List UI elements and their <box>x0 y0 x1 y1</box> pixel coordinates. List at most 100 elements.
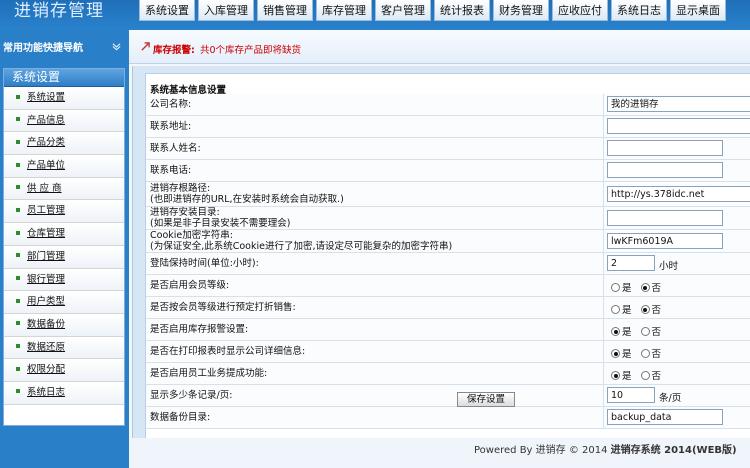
bullet-icon <box>16 321 20 326</box>
bullet-icon <box>16 162 20 167</box>
company-name-input[interactable]: 我的进销存 <box>607 96 750 112</box>
sidebar-item-user-types[interactable]: 用户类型 <box>4 291 124 314</box>
sidebar-item-system-log[interactable]: 系统日志 <box>4 381 124 405</box>
tab-inbound[interactable]: 入库管理 <box>198 0 254 21</box>
tab-sales[interactable]: 销售管理 <box>257 0 313 21</box>
app-title: 进销存管理 <box>14 1 104 21</box>
member-level-no[interactable]: 否 <box>640 283 661 294</box>
footer-powered: Powered By 进销存 © 2014 <box>474 445 608 456</box>
row-commission: 是否启用员工业务提成功能: 是 否 <box>146 363 750 385</box>
bullet-icon <box>16 389 20 394</box>
commission-no[interactable]: 否 <box>640 371 661 382</box>
quick-nav-header[interactable]: 常用功能快捷导航 <box>0 38 129 60</box>
sidebar-item-permissions[interactable]: 权限分配 <box>4 359 124 382</box>
bullet-icon <box>16 117 20 122</box>
install-dir-input[interactable] <box>607 210 723 226</box>
commission-radios: 是 否 <box>611 368 667 382</box>
sidebar-item-warehouses[interactable]: 仓库管理 <box>4 223 124 246</box>
root-path-label: 进销存根路径: <box>150 183 211 194</box>
cookie-key-label: Cookie加密字符串: <box>150 230 233 241</box>
chevron-down-icon[interactable] <box>112 38 121 60</box>
quick-nav-label: 常用功能快捷导航 <box>3 43 83 54</box>
commission-label: 是否启用员工业务提成功能: <box>150 368 268 379</box>
tab-system-log[interactable]: 系统日志 <box>611 0 667 21</box>
print-company-no[interactable]: 否 <box>640 349 661 360</box>
per-page-unit: 条/页 <box>659 393 682 404</box>
address-input[interactable] <box>607 118 750 134</box>
level-discount-no[interactable]: 否 <box>640 305 661 316</box>
sidebar-item-employees[interactable]: 员工管理 <box>4 200 124 224</box>
row-root-path: 进销存根路径: (也即进销存的URL,在安装时系统会自动获取.) http://… <box>146 182 750 207</box>
row-phone: 联系电话: <box>146 160 750 182</box>
tab-inventory[interactable]: 库存管理 <box>316 0 372 21</box>
member-level-yes[interactable]: 是 <box>611 283 632 294</box>
root-path-hint: (也即进销存的URL,在安装时系统会自动获取.) <box>150 194 344 205</box>
tab-finance[interactable]: 财务管理 <box>493 0 549 21</box>
side-panel: 系统设置 系统设置 产品信息 产品分类 产品单位 供 应 商 员工管理 仓库管理… <box>3 68 125 426</box>
row-company-name: 公司名称: 我的进销存 <box>146 94 750 116</box>
sidebar: 常用功能快捷导航 系统设置 系统设置 产品信息 产品分类 产品单位 供 应 商 … <box>0 30 129 468</box>
tab-customers[interactable]: 客户管理 <box>375 0 431 21</box>
sidebar-item-system-settings[interactable]: 系统设置 <box>4 87 124 110</box>
print-company-yes[interactable]: 是 <box>611 349 632 360</box>
alert-label: 库存报警: <box>153 45 195 56</box>
row-login-hours: 登陆保持时间(单位:小时): 2 小时 <box>146 253 750 275</box>
per-page-label: 显示多少条记录/页: <box>150 390 233 401</box>
save-settings-button[interactable]: 保存设置 <box>457 392 515 407</box>
main-area: 库存报警: 共0个库存产品即将缺货 系统基本信息设置 公司名称: 我的进销存 联… <box>129 30 750 468</box>
sidebar-item-categories[interactable]: 产品分类 <box>4 132 124 156</box>
tab-show-desktop[interactable]: 显示桌面 <box>670 0 726 21</box>
settings-form: 系统基本信息设置 公司名称: 我的进销存 联系地址: 联系人姓名: 联系电话: … <box>145 73 750 457</box>
side-panel-title: 系统设置 <box>4 69 124 87</box>
tab-receivables[interactable]: 应收应付 <box>552 0 608 21</box>
level-discount-yes[interactable]: 是 <box>611 305 632 316</box>
sidebar-item-restore[interactable]: 数据还原 <box>4 336 124 360</box>
bullet-icon <box>16 207 20 212</box>
contact-name-label: 联系人姓名: <box>150 143 201 154</box>
cookie-key-input[interactable]: lwKFm6019A <box>607 233 723 249</box>
login-hours-unit: 小时 <box>659 261 679 272</box>
cookie-key-hint: (为保证安全,此系统Cookie进行了加密,请设定尽可能复杂的加密字符串) <box>150 241 453 252</box>
row-backup-dir: 数据备份目录: backup_data <box>146 407 750 429</box>
sidebar-item-products[interactable]: 产品信息 <box>4 109 124 133</box>
level-discount-radios: 是 否 <box>611 302 667 316</box>
bullet-icon <box>16 276 20 280</box>
stock-alert-no[interactable]: 否 <box>640 327 661 338</box>
contact-name-input[interactable] <box>607 140 723 156</box>
row-member-level: 是否启用会员等级: 是 否 <box>146 275 750 297</box>
bullet-icon <box>16 298 20 303</box>
stock-alert-radios: 是 否 <box>611 324 667 338</box>
row-contact-name: 联系人姓名: <box>146 138 750 160</box>
commission-yes[interactable]: 是 <box>611 371 632 382</box>
login-hours-label: 登陆保持时间(单位:小时): <box>150 258 259 269</box>
tab-system-settings[interactable]: 系统设置 <box>139 0 195 21</box>
row-print-company: 是否在打印报表时显示公司详细信息: 是 否 <box>146 341 750 363</box>
row-cookie-key: Cookie加密字符串: (为保证安全,此系统Cookie进行了加密,请设定尽可… <box>146 230 750 253</box>
sidebar-item-banks[interactable]: 银行管理 <box>4 268 124 292</box>
member-level-label: 是否启用会员等级: <box>150 280 230 291</box>
sidebar-item-departments[interactable]: 部门管理 <box>4 245 124 269</box>
row-install-dir: 进销存安装目录: (如果是非子目录安装不需要理会) <box>146 207 750 230</box>
backup-dir-input[interactable]: backup_data <box>607 409 723 425</box>
alert-text: 共0个库存产品即将缺货 <box>200 45 302 56</box>
stock-alert-label: 是否启用库存报警设置: <box>150 324 249 335</box>
install-dir-label: 进销存安装目录: <box>150 207 220 218</box>
footer-product: 进销存系统 2014(WEB版) <box>610 445 737 456</box>
sidebar-item-units[interactable]: 产品单位 <box>4 155 124 178</box>
print-company-radios: 是 否 <box>611 346 667 360</box>
phone-input[interactable] <box>607 162 723 178</box>
root-path-input[interactable]: http://ys.378idc.net <box>607 186 750 202</box>
bullet-icon <box>16 344 20 349</box>
row-stock-alert: 是否启用库存报警设置: 是 否 <box>146 319 750 341</box>
top-bar: 进销存管理 系统设置 入库管理 销售管理 库存管理 客户管理 统计报表 财务管理… <box>0 0 750 30</box>
content-frame: 系统基本信息设置 公司名称: 我的进销存 联系地址: 联系人姓名: 联系电话: … <box>132 66 750 458</box>
stock-alert-yes[interactable]: 是 <box>611 327 632 338</box>
per-page-input[interactable]: 10 <box>607 387 655 403</box>
sidebar-item-backup[interactable]: 数据备份 <box>4 313 124 337</box>
tab-reports[interactable]: 统计报表 <box>434 0 490 21</box>
row-per-page: 显示多少条记录/页: 10 条/页 <box>146 385 750 407</box>
stock-alert-bar: 库存报警: 共0个库存产品即将缺货 <box>129 30 750 64</box>
sidebar-item-suppliers[interactable]: 供 应 商 <box>4 177 124 201</box>
login-hours-input[interactable]: 2 <box>607 255 655 271</box>
backup-dir-label: 数据备份目录: <box>150 412 211 423</box>
